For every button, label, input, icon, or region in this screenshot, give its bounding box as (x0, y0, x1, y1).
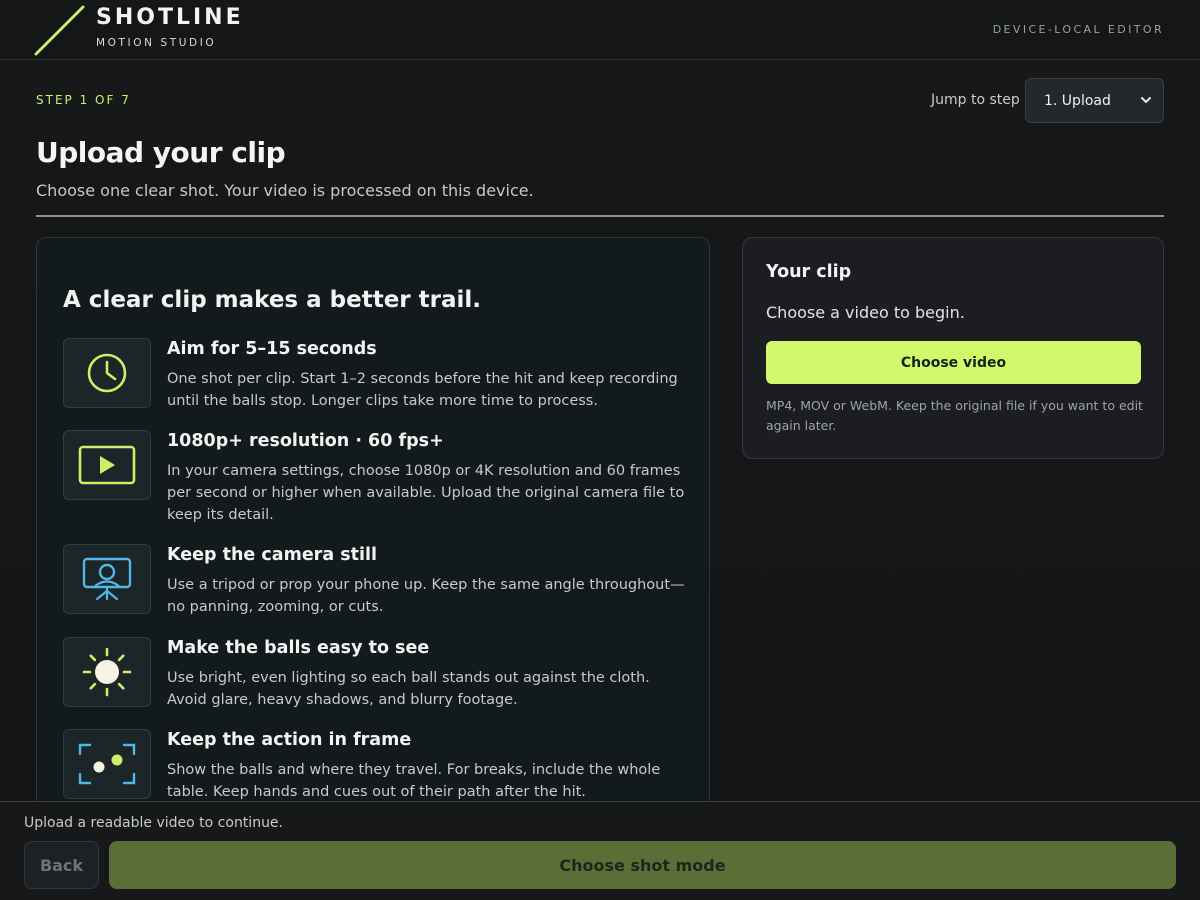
tripod-camera-icon (63, 544, 151, 614)
sun-icon (63, 637, 151, 707)
clip-card: Your clip Choose a video to begin. Choos… (742, 237, 1164, 459)
chevron-down-icon (1141, 97, 1151, 103)
page-subtitle: Choose one clear shot. Your video is pro… (36, 181, 534, 200)
footer-status: Upload a readable video to continue. (24, 815, 283, 831)
tip-title: Keep the action in frame (167, 730, 412, 750)
title-divider (36, 215, 1164, 217)
jump-to-step-label: Jump to step (931, 92, 1020, 108)
jump-to-step-select[interactable]: 1. Upload (1025, 78, 1164, 123)
clock-icon (63, 338, 151, 408)
tip-body: Use bright, even lighting so each ball s… (167, 670, 650, 708)
frame-balls-icon (63, 729, 151, 799)
top-bar: SHOTLINE MOTION STUDIO DEVICE-LOCAL EDIT… (0, 0, 1200, 60)
tips-heading: A clear clip makes a better trail. (63, 287, 482, 313)
footer-bar: Upload a readable video to continue. Bac… (0, 801, 1200, 900)
clip-prompt: Choose a video to begin. (766, 303, 965, 322)
step-select-value: 1. Upload (1044, 92, 1111, 109)
tip-title: 1080p+ resolution · 60 fps+ (167, 431, 444, 451)
logo-slash-icon (34, 5, 85, 56)
clip-title: Your clip (766, 262, 852, 282)
brand-name: SHOTLINE (96, 5, 244, 30)
choose-video-button[interactable]: Choose video (766, 341, 1141, 384)
tip-title: Aim for 5–15 seconds (167, 339, 377, 359)
page-title: Upload your clip (36, 136, 286, 169)
tips-card: A clear clip makes a better trail. Aim f… (36, 237, 710, 837)
tip-body: One shot per clip. Start 1–2 seconds bef… (167, 371, 678, 409)
editor-mode-label: DEVICE-LOCAL EDITOR (992, 23, 1164, 36)
back-button[interactable]: Back (24, 841, 99, 889)
brand-subtitle: MOTION STUDIO (96, 37, 217, 49)
tip-body: Show the balls and where they travel. Fo… (167, 762, 661, 800)
step-indicator: STEP 1 OF 7 (36, 93, 131, 107)
clip-format-note: MP4, MOV or WebM. Keep the original file… (766, 398, 1143, 433)
app-root: SHOTLINE MOTION STUDIO DEVICE-LOCAL EDIT… (0, 0, 1200, 900)
tip-title: Make the balls easy to see (167, 638, 430, 658)
choose-shot-mode-button[interactable]: Choose shot mode (109, 841, 1176, 889)
tip-body: In your camera settings, choose 1080p or… (167, 463, 685, 523)
tip-body: Use a tripod or prop your phone up. Keep… (167, 577, 685, 615)
tip-title: Keep the camera still (167, 545, 377, 565)
play-icon (63, 430, 151, 500)
